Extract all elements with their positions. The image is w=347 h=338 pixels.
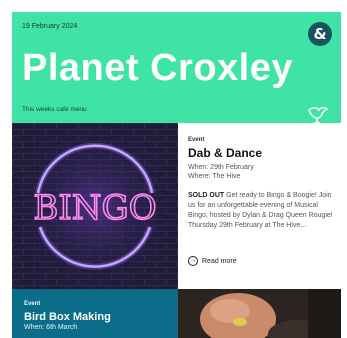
event-where: Where: The Hive	[188, 173, 241, 180]
bingo-neon-graphic: BINGO	[12, 123, 178, 289]
hands-crafting-image	[178, 289, 341, 338]
read-more-link[interactable]: → Read more	[188, 256, 237, 266]
read-more-label: Read more	[202, 257, 237, 265]
bird-box-photo[interactable]	[178, 289, 341, 338]
ampersand-logo-icon: &	[308, 22, 332, 46]
event-title[interactable]: Dab & Dance	[188, 146, 338, 160]
bird-icon	[308, 106, 329, 124]
event-when: When: 6th March	[24, 324, 78, 331]
issue-date: 19 February 2024	[22, 23, 78, 30]
event-title[interactable]: Bird Box Making	[24, 311, 178, 323]
arrow-right-circle-icon: →	[188, 256, 198, 266]
bingo-neon-text: BINGO	[33, 188, 156, 228]
newsletter-header: 19 February 2024 & Planet Croxley This w…	[12, 12, 341, 124]
bingo-neon-image[interactable]: BINGO	[12, 123, 178, 289]
newsletter-title: Planet Croxley	[22, 47, 293, 89]
cafe-menu-link[interactable]: This weeks café menu	[22, 106, 87, 113]
event-eyebrow: Event	[24, 301, 41, 307]
event-description: SOLD OUT Get ready to Bingo & Boogie! Jo…	[188, 191, 338, 231]
event-card-dab-dance: Event Dab & Dance When: 29th February Wh…	[188, 137, 338, 231]
event-eyebrow: Event	[188, 137, 205, 143]
event-card-bird-box: Event Bird Box Making When: 6th March	[12, 289, 178, 338]
sold-out-label: SOLD OUT	[188, 192, 225, 199]
event-when: When: 29th February	[188, 164, 254, 171]
